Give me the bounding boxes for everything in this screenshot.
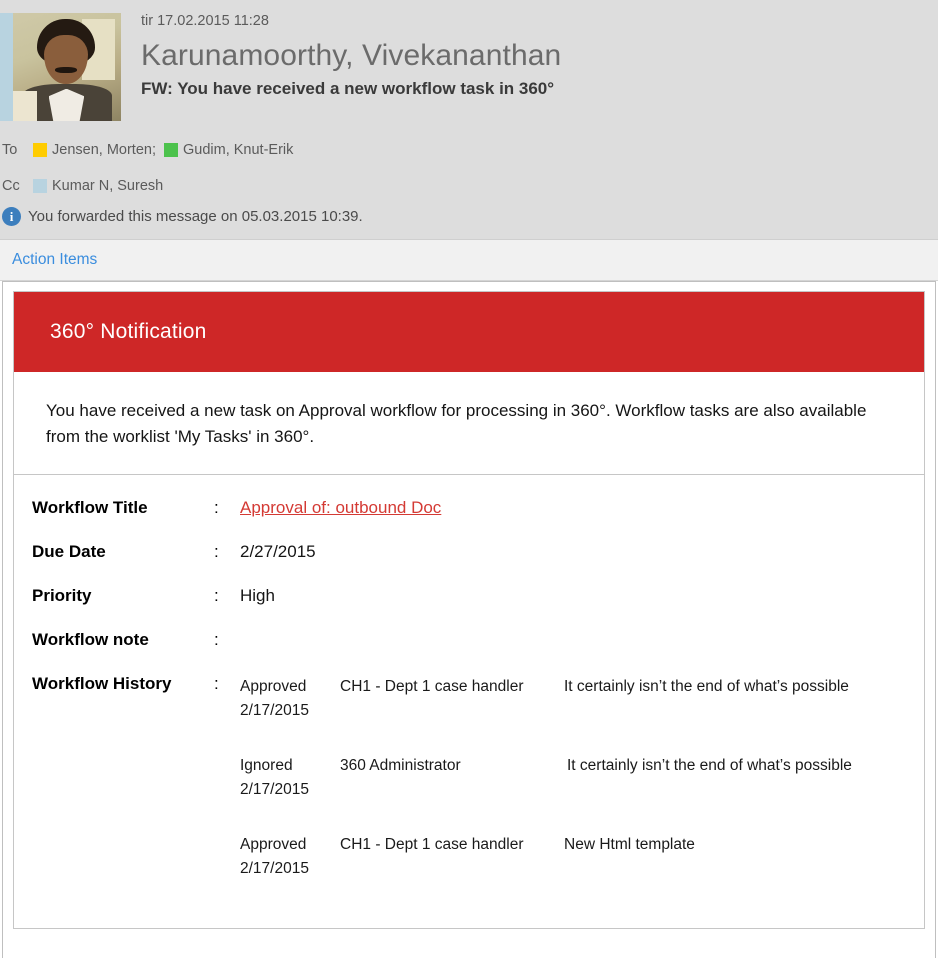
presence-icon-jensen bbox=[33, 143, 47, 157]
history-status-text-1: Ignored bbox=[240, 757, 293, 774]
history-comment-0: It certainly isn’t the end of what’s pos… bbox=[564, 678, 849, 695]
workflow-history-table: Approved 2/17/2015 CH1 - Dept 1 case han… bbox=[240, 675, 924, 912]
history-date-0: 2/17/2015 bbox=[240, 702, 309, 719]
detail-row-workflow-history: Workflow History : Approved 2/17/2015 CH… bbox=[14, 673, 924, 912]
label-workflow-note: Workflow note bbox=[32, 630, 149, 649]
recipient-name-jensen[interactable]: Jensen, Morten; bbox=[52, 142, 156, 158]
notification-card: 360° Notification You have received a ne… bbox=[13, 291, 925, 929]
history-status-text-0: Approved bbox=[240, 678, 307, 695]
action-items-bar[interactable]: Action Items bbox=[0, 240, 938, 281]
history-actor-0: CH1 - Dept 1 case handler bbox=[340, 678, 524, 695]
workflow-detail-table: Workflow Title : Approval of: outbound D… bbox=[14, 475, 924, 928]
detail-row-workflow-note: Workflow note : bbox=[14, 629, 924, 651]
header-text-block: tir 17.02.2015 11:28 Karunamoorthy, Vive… bbox=[141, 12, 928, 100]
to-recipients: Jensen, Morten; Gudim, Knut-Erik bbox=[33, 142, 293, 158]
sender-name[interactable]: Karunamoorthy, Vivekananthan bbox=[141, 38, 928, 74]
label-due-date: Due Date bbox=[32, 542, 106, 561]
colon-workflow-title: : bbox=[214, 498, 219, 517]
sender-photo bbox=[13, 13, 121, 121]
colon-due-date: : bbox=[214, 542, 219, 561]
to-label: To bbox=[2, 142, 18, 158]
message-timestamp: tir 17.02.2015 11:28 bbox=[141, 13, 269, 29]
detail-row-due-date: Due Date : 2/27/2015 bbox=[14, 541, 924, 563]
history-comment-2: New Html template bbox=[564, 836, 695, 853]
label-workflow-title: Workflow Title bbox=[32, 498, 148, 517]
avatar-presence-strip bbox=[0, 13, 13, 121]
presence-icon-gudim bbox=[163, 143, 178, 157]
colon-priority: : bbox=[214, 586, 219, 605]
forwarded-notice: i You forwarded this message on 05.03.20… bbox=[2, 207, 363, 226]
history-status-text-2: Approved bbox=[240, 836, 307, 853]
label-workflow-history: Workflow History bbox=[32, 674, 172, 693]
colon-workflow-note: : bbox=[214, 630, 219, 649]
to-row: To Jensen, Morten; Gudim, Knut-Erik bbox=[0, 137, 293, 163]
table-row: Ignored 2/17/2015 360 Administrator It c… bbox=[240, 754, 924, 833]
detail-row-priority: Priority : High bbox=[14, 585, 924, 607]
forwarded-notice-text: You forwarded this message on 05.03.2015… bbox=[28, 208, 363, 225]
workflow-title-link[interactable]: Approval of: outbound Doc bbox=[240, 498, 441, 517]
photo-arm bbox=[13, 90, 37, 121]
history-date-2: 2/17/2015 bbox=[240, 860, 309, 877]
history-status-2: Approved 2/17/2015 bbox=[240, 833, 340, 881]
notification-title: 360° Notification bbox=[50, 320, 207, 343]
history-actor-2: CH1 - Dept 1 case handler bbox=[340, 836, 524, 853]
history-actor-1: 360 Administrator bbox=[340, 757, 461, 774]
reading-pane: 360° Notification You have received a ne… bbox=[2, 281, 936, 958]
avatar[interactable] bbox=[0, 13, 121, 121]
table-row: Approved 2/17/2015 CH1 - Dept 1 case han… bbox=[240, 833, 924, 912]
photo-mustache bbox=[55, 67, 77, 74]
cc-label: Cc bbox=[2, 178, 20, 194]
colon-workflow-history: : bbox=[214, 674, 219, 693]
presence-icon-kumar bbox=[33, 179, 47, 193]
detail-row-workflow-title: Workflow Title : Approval of: outbound D… bbox=[14, 497, 924, 519]
notification-banner: 360° Notification bbox=[14, 292, 924, 372]
message-subject: FW: You have received a new workflow tas… bbox=[141, 79, 555, 98]
history-status-1: Ignored 2/17/2015 bbox=[240, 754, 340, 802]
label-priority: Priority bbox=[32, 586, 92, 605]
value-workflow-title: Approval of: outbound Doc bbox=[240, 497, 441, 519]
notification-intro: You have received a new task on Approval… bbox=[14, 372, 924, 475]
history-date-1: 2/17/2015 bbox=[240, 781, 309, 798]
action-items-label[interactable]: Action Items bbox=[12, 251, 97, 269]
info-icon: i bbox=[2, 207, 21, 226]
history-comment-1: It certainly isn’t the end of what’s pos… bbox=[567, 757, 852, 774]
message-header: tir 17.02.2015 11:28 Karunamoorthy, Vive… bbox=[0, 0, 938, 240]
notification-intro-text: You have received a new task on Approval… bbox=[46, 401, 867, 446]
cc-row: Cc Kumar N, Suresh bbox=[0, 173, 163, 199]
recipient-name-kumar[interactable]: Kumar N, Suresh bbox=[52, 178, 163, 194]
cc-recipients: Kumar N, Suresh bbox=[33, 178, 163, 194]
recipient-name-gudim[interactable]: Gudim, Knut-Erik bbox=[183, 142, 293, 158]
value-priority: High bbox=[240, 586, 275, 605]
table-row: Approved 2/17/2015 CH1 - Dept 1 case han… bbox=[240, 675, 924, 754]
value-due-date: 2/27/2015 bbox=[240, 542, 316, 561]
history-status-0: Approved 2/17/2015 bbox=[240, 675, 340, 723]
